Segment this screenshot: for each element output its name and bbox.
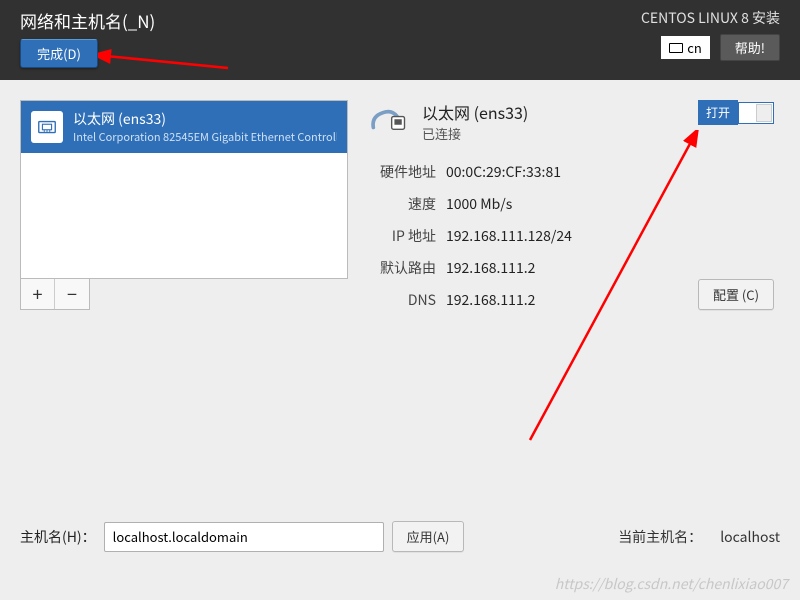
lang-code: cn [687, 38, 702, 57]
connection-title: 以太网 (ens33) [422, 100, 686, 124]
device-list-panel: 以太网 (ens33) Intel Corporation 82545EM Gi… [20, 100, 348, 310]
route-label: 默认路由 [366, 258, 436, 278]
install-title: CENTOS LINUX 8 安装 [641, 8, 780, 28]
apply-hostname-button[interactable]: 应用(A) [392, 521, 465, 552]
speed-value: 1000 Mb/s [446, 194, 774, 214]
done-button[interactable]: 完成(D) [20, 39, 98, 68]
content-area: 以太网 (ens33) Intel Corporation 82545EM Gi… [0, 80, 800, 330]
hostname-row: 主机名(H)： 应用(A) 当前主机名： localhost [20, 521, 780, 552]
device-list[interactable]: 以太网 (ens33) Intel Corporation 82545EM Gi… [20, 100, 348, 279]
device-desc: Intel Corporation 82545EM Gigabit Ethern… [73, 129, 337, 145]
connection-status: 已连接 [422, 124, 686, 143]
current-hostname-value: localhost [720, 527, 780, 547]
current-hostname-label: 当前主机名： [618, 527, 702, 547]
remove-device-button[interactable]: − [55, 279, 89, 309]
ethernet-icon [366, 100, 410, 144]
watermark: https://blog.csdn.net/chenlixiao007 [555, 574, 788, 594]
device-item-ens33[interactable]: 以太网 (ens33) Intel Corporation 82545EM Gi… [21, 101, 347, 153]
help-button[interactable]: 帮助! [720, 34, 780, 61]
add-device-button[interactable]: + [21, 279, 55, 309]
toggle-label: 打开 [698, 100, 738, 125]
hostname-label: 主机名(H)： [20, 527, 96, 547]
route-value: 192.168.111.2 [446, 258, 774, 278]
keyboard-icon [669, 43, 683, 53]
ip-label: IP 地址 [366, 226, 436, 246]
connection-details: 以太网 (ens33) 已连接 打开 硬件地址 00:0C:29:CF:33:8… [360, 100, 780, 310]
hw-label: 硬件地址 [366, 162, 436, 182]
ip-value: 192.168.111.128/24 [446, 226, 774, 246]
hw-value: 00:0C:29:CF:33:81 [446, 162, 774, 182]
speed-label: 速度 [366, 194, 436, 214]
page-title: 网络和主机名(_N) [20, 8, 155, 33]
toggle-switch[interactable] [738, 102, 774, 124]
ethernet-icon [31, 111, 63, 143]
connection-toggle[interactable]: 打开 [698, 100, 774, 125]
device-name: 以太网 (ens33) [73, 109, 337, 129]
dns-label: DNS [366, 290, 436, 310]
keyboard-layout-indicator[interactable]: cn [661, 36, 710, 59]
header: 网络和主机名(_N) 完成(D) CENTOS LINUX 8 安装 cn 帮助… [0, 0, 800, 80]
configure-button[interactable]: 配置 (C) [698, 279, 774, 310]
list-buttons: + − [20, 279, 90, 310]
hostname-input[interactable] [104, 522, 384, 552]
